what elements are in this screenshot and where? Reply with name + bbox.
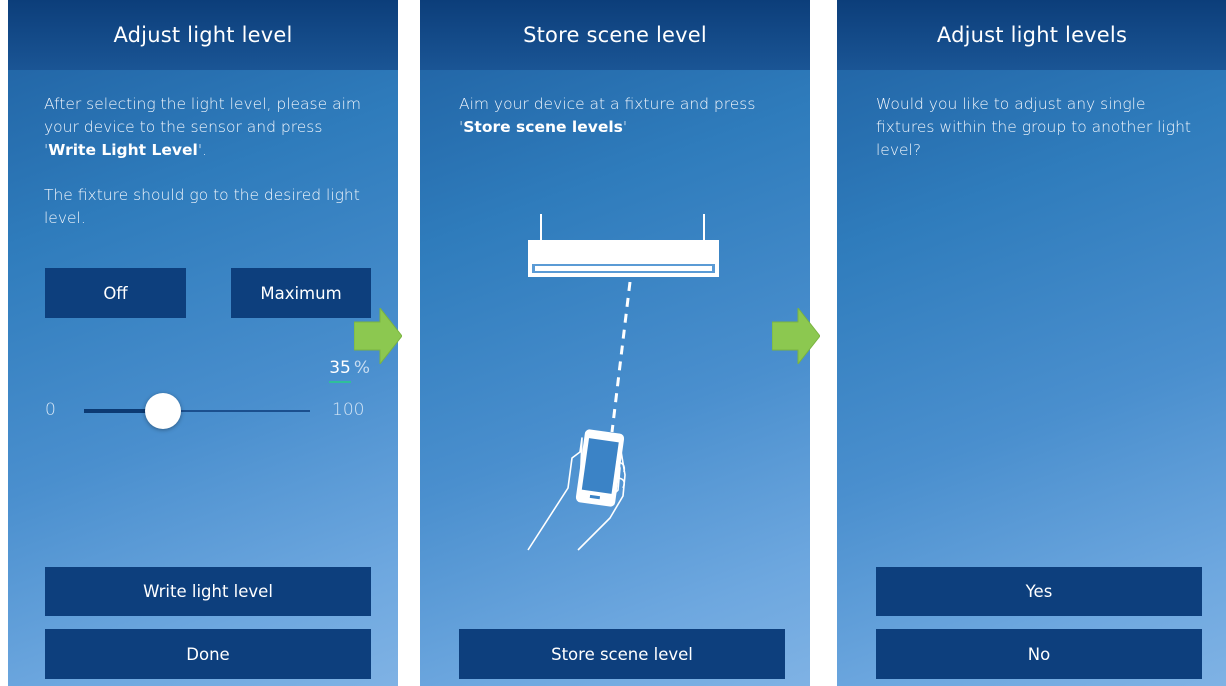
slider-thumb[interactable] [145, 393, 182, 429]
done-button[interactable]: Done [45, 629, 371, 679]
maximum-button[interactable]: Maximum [231, 268, 371, 318]
slider-max-label: 100 [332, 400, 365, 420]
ir-beam-line [610, 281, 632, 433]
light-fixture-icon [528, 214, 719, 277]
instruction-text-emphasis: Write Light Level [48, 141, 198, 159]
adjust-light-level-screen: Adjust light level After selecting the l… [8, 0, 398, 686]
off-button[interactable]: Off [45, 268, 186, 318]
screen-title: Adjust light levels [837, 0, 1226, 70]
fixture-note-text: The fixture should go to the desired lig… [44, 186, 360, 227]
screen-title: Adjust light level [8, 0, 398, 70]
screen-title: Store scene level [420, 0, 810, 70]
instruction-text-end: ' [622, 118, 628, 136]
question-text: Would you like to adjust any single fixt… [876, 95, 1191, 159]
write-light-level-button[interactable]: Write light level [45, 567, 371, 616]
slider-min-label: 0 [45, 400, 56, 420]
store-scene-level-button[interactable]: Store scene level [459, 629, 785, 679]
instruction-text-emphasis: Store scene levels [463, 118, 623, 136]
hand-phone-icon [527, 429, 626, 551]
slider-value: 35 [329, 358, 351, 383]
adjust-light-levels-screen: Adjust light levels Would you like to ad… [837, 0, 1226, 686]
instruction-text: Aim your device at a fixture and press '… [459, 93, 779, 139]
right-arrow-icon [354, 308, 402, 364]
no-button[interactable]: No [876, 629, 1202, 679]
fixture-illustration [527, 214, 719, 551]
instruction-text-end: '. [197, 141, 208, 159]
right-arrow-icon [772, 308, 820, 364]
yes-button[interactable]: Yes [876, 567, 1202, 616]
store-scene-level-screen: Store scene level Aim your device at a f… [420, 0, 810, 686]
instruction-text: After selecting the light level, please … [44, 93, 364, 162]
